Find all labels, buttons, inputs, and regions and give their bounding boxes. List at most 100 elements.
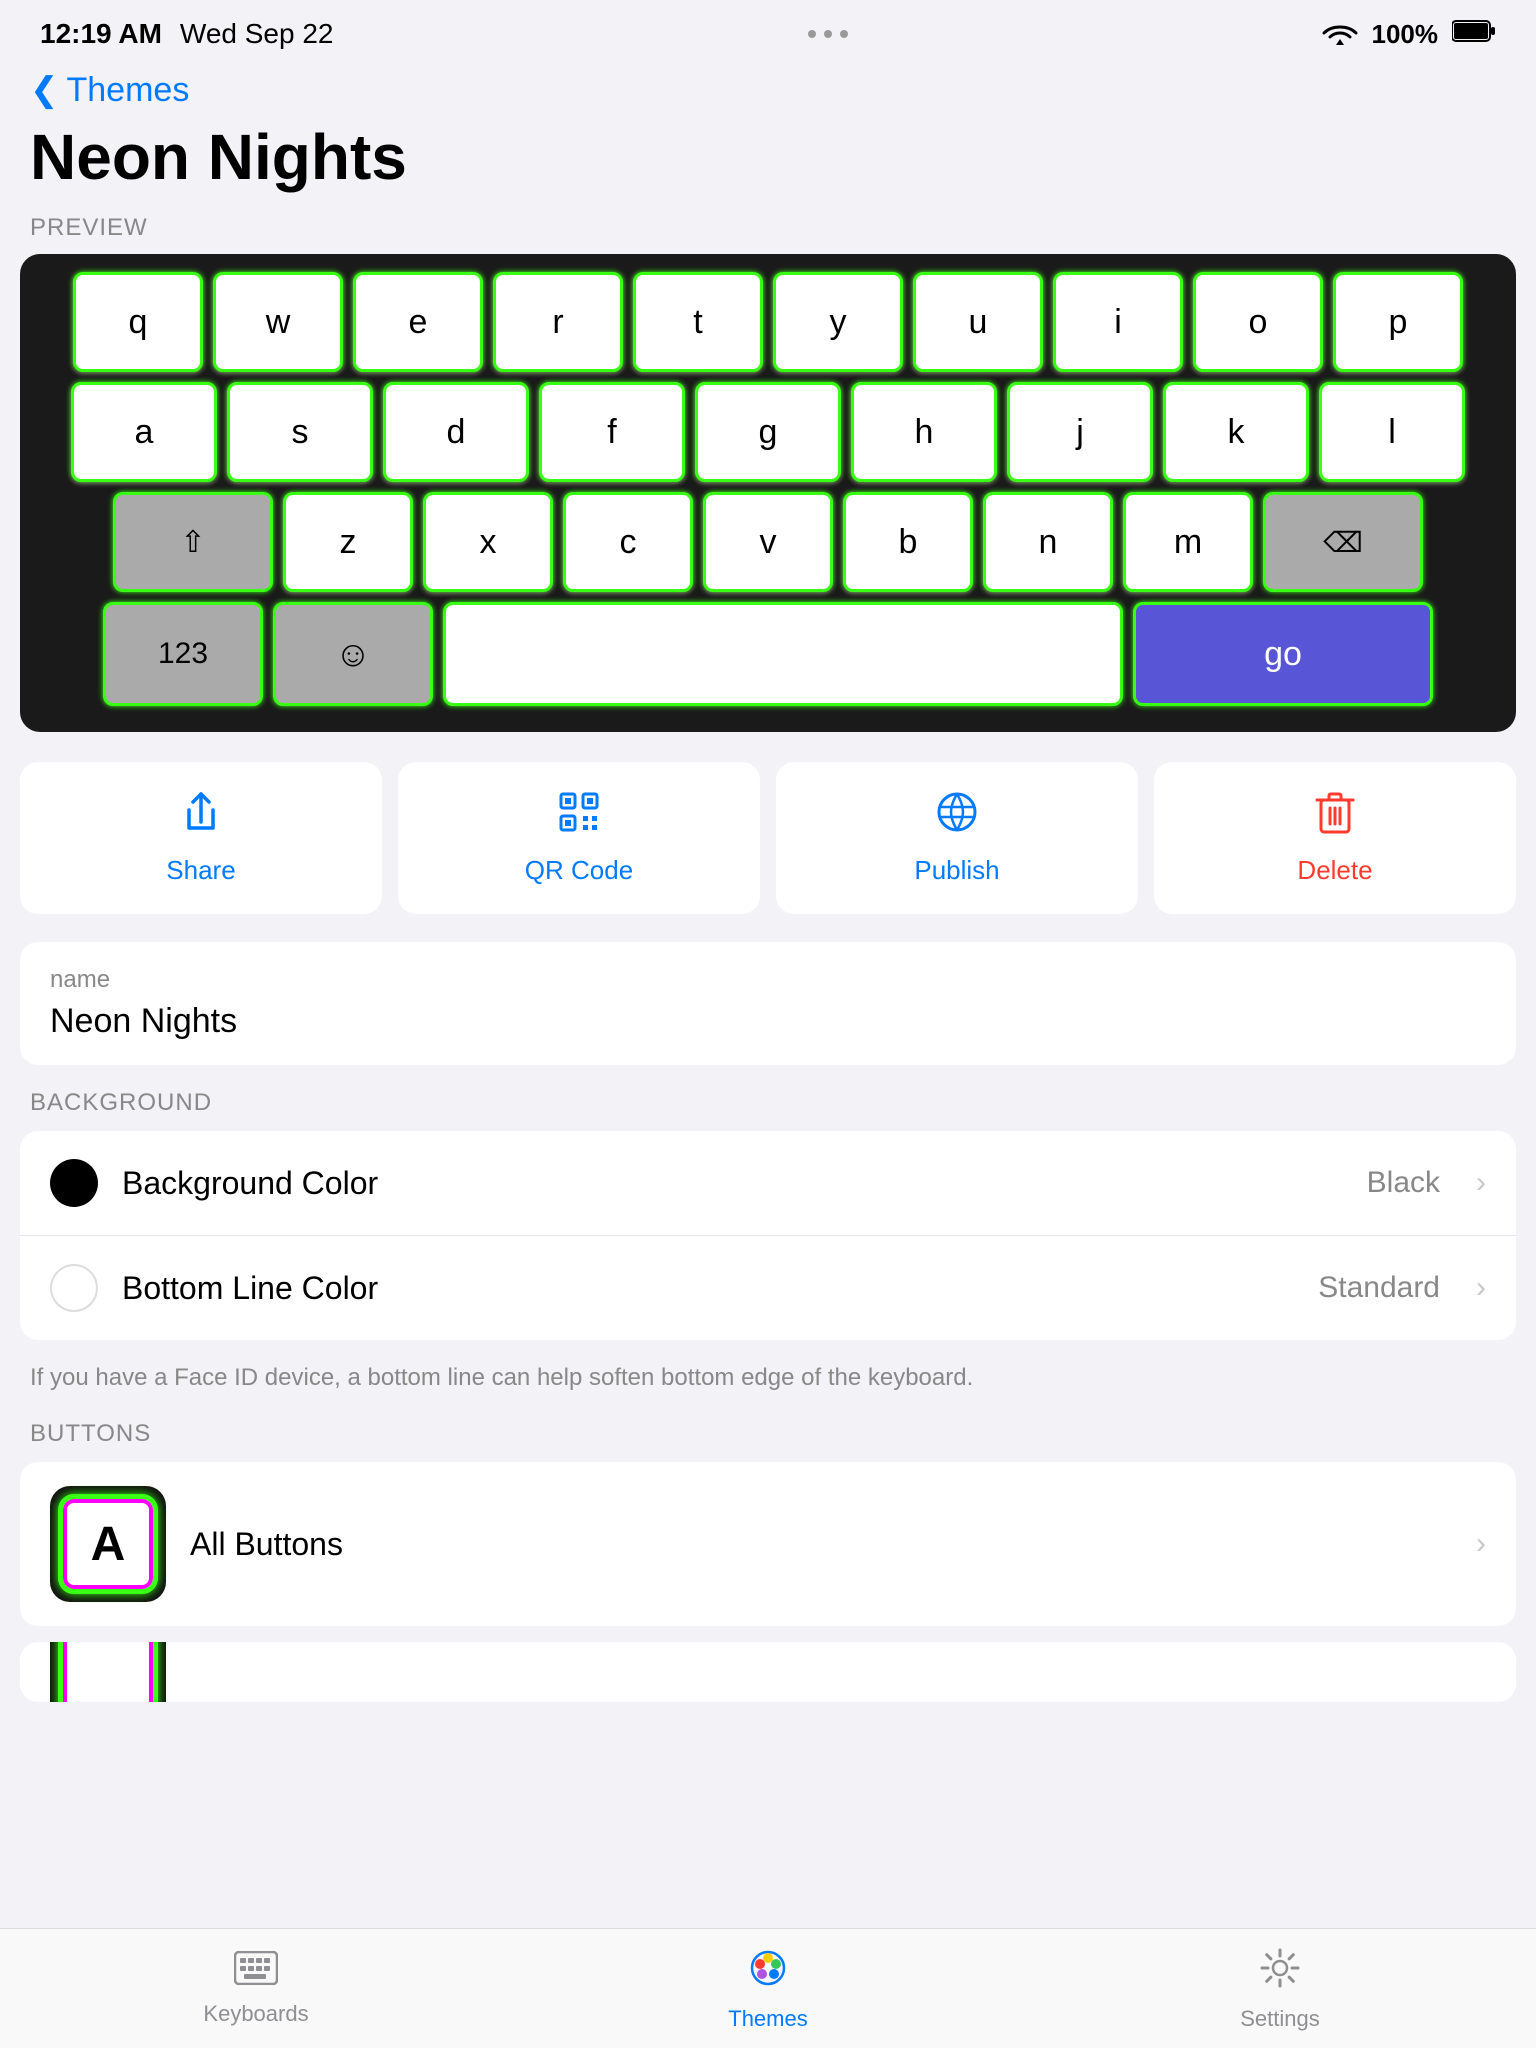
key-u: u	[913, 272, 1043, 372]
second-buttons-item	[20, 1642, 1516, 1702]
name-field-value: Neon Nights	[50, 1002, 1486, 1041]
preview-label: PREVIEW	[0, 214, 1536, 254]
action-buttons: Share QR Code	[0, 732, 1536, 934]
key-c: c	[563, 492, 693, 592]
settings-tab-label: Settings	[1240, 2006, 1320, 2032]
bottom-line-chevron-icon: ›	[1476, 1271, 1486, 1305]
key-f: f	[539, 382, 685, 482]
bottom-line-color-value: Standard	[1318, 1271, 1440, 1305]
wifi-icon	[1322, 17, 1358, 52]
share-label: Share	[166, 855, 235, 886]
status-date: Wed Sep 22	[180, 18, 334, 50]
key-a: a	[71, 382, 217, 482]
key-delete: ⌫	[1263, 492, 1423, 592]
settings-icon	[1258, 1946, 1302, 2000]
buttons-list: A All Buttons ›	[20, 1462, 1516, 1702]
key-i: i	[1053, 272, 1183, 372]
key-123: 123	[103, 602, 263, 706]
key-shift: ⇧	[113, 492, 273, 592]
keyboards-icon	[234, 1950, 278, 1995]
background-list: Background Color Black › Bottom Line Col…	[20, 1131, 1516, 1340]
status-dot-3	[840, 30, 848, 38]
status-center	[808, 30, 848, 38]
name-field[interactable]: name Neon Nights	[20, 942, 1516, 1065]
key-emoji: ☺	[273, 602, 433, 706]
delete-button[interactable]: Delete	[1154, 762, 1516, 914]
background-color-item[interactable]: Background Color Black ›	[20, 1131, 1516, 1235]
tab-keyboards[interactable]: Keyboards	[0, 1950, 512, 2027]
background-color-value: Black	[1367, 1166, 1440, 1200]
share-icon	[179, 790, 223, 845]
key-y: y	[773, 272, 903, 372]
status-dot-2	[824, 30, 832, 38]
all-buttons-chevron-icon: ›	[1476, 1527, 1486, 1561]
tab-themes[interactable]: Themes	[512, 1946, 1024, 2032]
keyboards-tab-label: Keyboards	[203, 2001, 308, 2027]
key-preview-box: A	[58, 1494, 158, 1594]
face-id-hint: If you have a Face ID device, a bottom l…	[0, 1350, 1536, 1420]
status-left: 12:19 AM Wed Sep 22	[40, 18, 334, 50]
key-q: q	[73, 272, 203, 372]
buttons-section-header: BUTTONS	[0, 1420, 1536, 1462]
share-button[interactable]: Share	[20, 762, 382, 914]
key-e: e	[353, 272, 483, 372]
status-time: 12:19 AM	[40, 18, 162, 50]
all-buttons-item[interactable]: A All Buttons ›	[20, 1462, 1516, 1626]
background-color-swatch	[50, 1159, 98, 1207]
battery-icon	[1452, 19, 1496, 50]
tab-settings[interactable]: Settings	[1024, 1946, 1536, 2032]
tab-bar: Keyboards Themes	[0, 1928, 1536, 2048]
publish-label: Publish	[914, 855, 999, 886]
key-b: b	[843, 492, 973, 592]
delete-label: Delete	[1297, 855, 1372, 886]
key-o: o	[1193, 272, 1323, 372]
key-n: n	[983, 492, 1113, 592]
delete-icon	[1313, 790, 1357, 845]
key-g: g	[695, 382, 841, 482]
bottom-line-color-swatch	[50, 1264, 98, 1312]
key-p: p	[1333, 272, 1463, 372]
kb-row-2: a s d f g h j k l	[34, 382, 1502, 482]
key-x: x	[423, 492, 553, 592]
background-color-label: Background Color	[122, 1165, 1343, 1202]
key-t: t	[633, 272, 763, 372]
background-color-chevron-icon: ›	[1476, 1166, 1486, 1200]
qr-code-label: QR Code	[525, 855, 633, 886]
background-section-header: BACKGROUND	[0, 1089, 1536, 1131]
battery-percent: 100%	[1372, 19, 1439, 50]
qr-code-icon	[557, 790, 601, 845]
publish-button[interactable]: Publish	[776, 762, 1138, 914]
themes-tab-label: Themes	[728, 2006, 807, 2032]
status-bar: 12:19 AM Wed Sep 22 100%	[0, 0, 1536, 60]
kb-row-3: ⇧ z x c v b n m ⌫	[34, 492, 1502, 592]
status-right: 100%	[1322, 17, 1497, 52]
key-v: v	[703, 492, 833, 592]
key-preview-outer-2	[50, 1642, 166, 1702]
themes-icon	[746, 1946, 790, 2000]
key-w: w	[213, 272, 343, 372]
key-r: r	[493, 272, 623, 372]
key-s: s	[227, 382, 373, 482]
key-h: h	[851, 382, 997, 482]
key-k: k	[1163, 382, 1309, 482]
back-nav[interactable]: ❮ Themes	[0, 60, 1536, 110]
key-d: d	[383, 382, 529, 482]
keyboard-preview: q w e r t y u i o p a s d f g h j k l ⇧ …	[20, 254, 1516, 732]
key-go: go	[1133, 602, 1433, 706]
name-field-label: name	[50, 966, 1486, 994]
back-label: Themes	[67, 71, 190, 110]
qr-code-button[interactable]: QR Code	[398, 762, 760, 914]
key-preview-box-2	[58, 1642, 158, 1702]
back-chevron-icon: ❮	[30, 70, 59, 110]
key-preview-outer: A	[50, 1486, 166, 1602]
key-l: l	[1319, 382, 1465, 482]
kb-row-1: q w e r t y u i o p	[34, 272, 1502, 372]
key-z: z	[283, 492, 413, 592]
key-space	[443, 602, 1123, 706]
key-j: j	[1007, 382, 1153, 482]
publish-icon	[935, 790, 979, 845]
bottom-line-color-item[interactable]: Bottom Line Color Standard ›	[20, 1235, 1516, 1340]
key-m: m	[1123, 492, 1253, 592]
page-title: Neon Nights	[0, 110, 1536, 214]
all-buttons-label: All Buttons	[190, 1526, 1452, 1563]
